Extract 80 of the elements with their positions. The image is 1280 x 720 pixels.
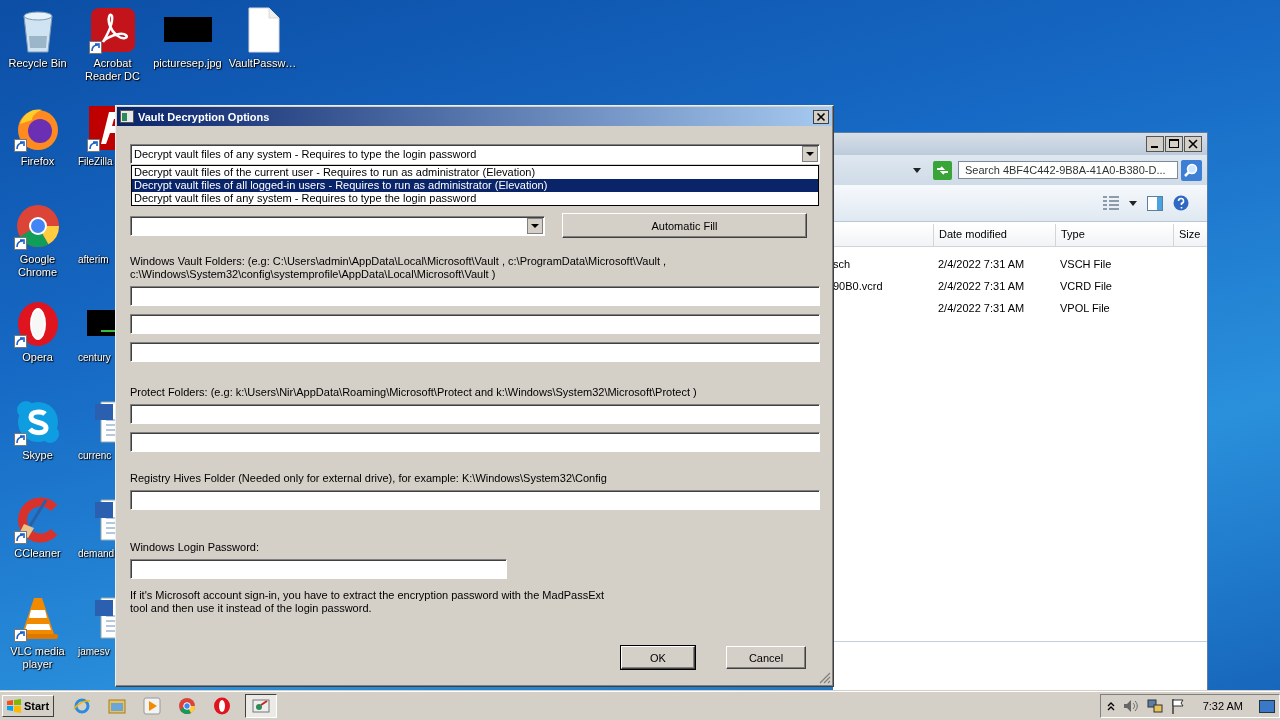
- folder-icon: [108, 697, 126, 715]
- dropdown-option[interactable]: Decrypt vault files of the current user - Requires to run as administrator (Elevation): [132, 166, 818, 179]
- automatic-fill-button[interactable]: Automatic Fill: [562, 213, 807, 238]
- field-label: Windows Login Password:: [130, 541, 260, 554]
- text-field[interactable]: [130, 404, 820, 424]
- dropdown-option[interactable]: Decrypt vault files of any system - Requires to type the login password: [132, 192, 818, 205]
- column-header[interactable]: Type: [1055, 224, 1173, 246]
- icon-label: demand: [77, 547, 115, 560]
- icon-label: currenc: [77, 449, 112, 462]
- maximize-icon[interactable]: [1165, 136, 1183, 152]
- pdf-document-icon[interactable]: [88, 6, 137, 54]
- clock: 7:32 AM: [1202, 700, 1243, 712]
- dropdown-list[interactable]: [131, 165, 819, 206]
- icon-label: FileZilla: [77, 155, 113, 168]
- start-button[interactable]: Start: [2, 695, 54, 717]
- icon-label: VaultPassw…: [228, 57, 297, 70]
- text-field[interactable]: [130, 490, 820, 510]
- window-title: Vault Decryption Options: [138, 110, 271, 123]
- close-icon[interactable]: [1184, 136, 1202, 152]
- windows-flag-icon: [6, 699, 22, 713]
- date-cell-text: 2/4/2022 7:31 AM: [937, 280, 1026, 292]
- network-icon[interactable]: [1146, 698, 1163, 714]
- text-field[interactable]: [130, 286, 820, 306]
- minimize-icon[interactable]: [1146, 136, 1164, 152]
- browser-icon: [73, 697, 91, 715]
- icon-label: Recycle Bin: [8, 57, 67, 70]
- column-header[interactable]: Date modified: [933, 224, 1055, 246]
- field-label: Windows Vault Folders: (e.g: C:\Users\admin\AppData\Local\Microsoft\Vault , c:\ProgramData\Microsoft\Vault , c:\Windows\System32\config\systemprofile\AppData\Local\Microsoft\Vault ): [130, 255, 668, 281]
- filezilla-icon[interactable]: [87, 104, 115, 152]
- speaker-icon[interactable]: [1122, 699, 1139, 713]
- media-player-icon: [143, 697, 161, 715]
- icon-label: Firefox: [20, 155, 55, 168]
- file-name: sch: [833, 258, 852, 270]
- app-window-icon: [120, 110, 134, 123]
- type-cell-text: VPOL File: [1059, 302, 1111, 314]
- date-cell-text: 2/4/2022 7:31 AM: [937, 258, 1026, 270]
- column-header[interactable]: Size: [1173, 224, 1207, 246]
- icon-label: VLC media player: [9, 645, 66, 671]
- flag-icon[interactable]: [1170, 698, 1185, 714]
- opera-icon: [213, 697, 231, 715]
- icon-label: Google Chrome: [16, 253, 59, 279]
- file-name: 90B0.vcrd: [833, 280, 884, 292]
- icon-label: CCleaner: [14, 547, 61, 560]
- cancel-button[interactable]: Cancel: [726, 646, 806, 669]
- chrome-icon: [178, 697, 196, 715]
- resize-grip-icon[interactable]: [819, 672, 831, 684]
- date-cell-text: 2/4/2022 7:31 AM: [937, 302, 1026, 314]
- icon-label: Acrobat Reader DC: [84, 57, 141, 83]
- icon-label: century: [77, 351, 111, 364]
- view-list-icon[interactable]: [1103, 196, 1119, 210]
- icon-label: jamesv: [76, 645, 110, 658]
- preview-pane-icon[interactable]: [1147, 195, 1163, 211]
- icon-label: Opera: [22, 351, 53, 364]
- folder-dropdown[interactable]: [130, 215, 545, 236]
- help-note: If it's Microsoft account sign-in, you have to extract the encryption password with the MadPassExt tool and then use it instead of the login password.: [130, 589, 606, 615]
- type-cell-text: VSCH File: [1059, 258, 1113, 270]
- help-icon[interactable]: [1173, 195, 1189, 211]
- taskbar-button[interactable]: [245, 694, 277, 718]
- search-icon[interactable]: [1181, 159, 1202, 181]
- dropdown-arrow-icon[interactable]: [1129, 200, 1137, 206]
- ok-button[interactable]: OK: [621, 646, 695, 669]
- text-field[interactable]: [130, 342, 820, 362]
- app-icon: [252, 697, 270, 715]
- dropdown-value: Decrypt vault files of any system - Requires to type the login password: [134, 148, 478, 160]
- dropdown-arrow-icon[interactable]: [913, 167, 921, 173]
- type-cell-text: VCRD File: [1059, 280, 1113, 292]
- search-field[interactable]: Search 4BF4C442-9B8A-41A0-B380-D...: [958, 161, 1178, 179]
- chevron-up-icon[interactable]: [1106, 701, 1115, 711]
- password-field[interactable]: [130, 559, 507, 579]
- icon-label: picturesep.jpg: [153, 57, 222, 70]
- refresh-icon[interactable]: [933, 160, 952, 180]
- close-icon[interactable]: [813, 109, 829, 124]
- icon-label: afterim: [77, 253, 109, 266]
- field-label: Registry Hives Folder (Needed only for external drive), for example: K:\Windows\System32\Config: [130, 472, 608, 485]
- dropdown-option[interactable]: Decrypt vault files of all logged-in users - Requires to run as administrator (Elevation): [132, 179, 818, 192]
- show-desktop-icon[interactable]: [1259, 699, 1275, 713]
- icon-label: Skype: [22, 449, 53, 462]
- text-field[interactable]: [130, 432, 820, 452]
- text-field[interactable]: [130, 314, 820, 334]
- field-label: Protect Folders: (e.g: k:\Users\Nir\AppData\Roaming\Microsoft\Protect and k:\Windows\System32\Microsoft\Protect ): [130, 386, 698, 399]
